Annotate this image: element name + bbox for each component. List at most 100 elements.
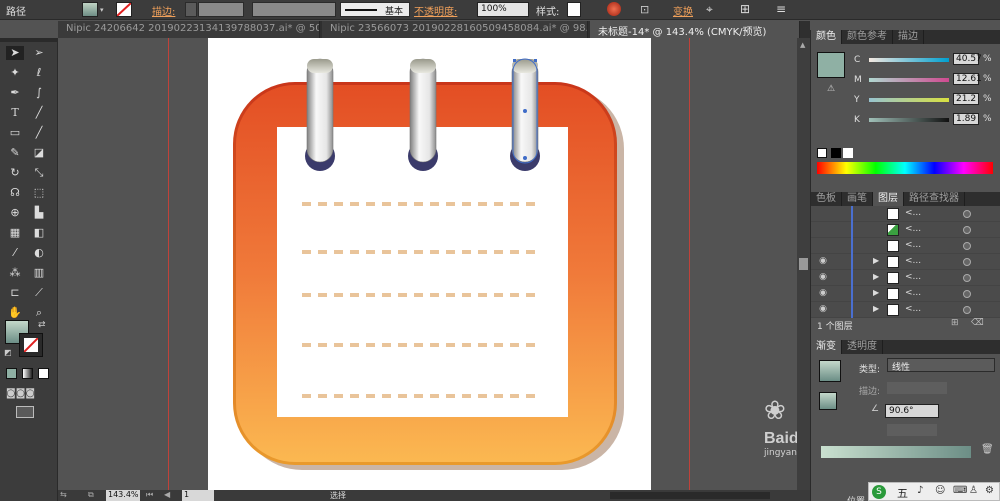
- eye-icon[interactable]: ◉: [815, 304, 831, 316]
- eyedropper-tool-icon[interactable]: ⁄: [6, 246, 24, 260]
- zoom-field[interactable]: 143.4%: [106, 490, 140, 501]
- layer-row[interactable]: ◉ ▶ <...: [811, 302, 1000, 318]
- target-icon[interactable]: [963, 274, 971, 282]
- gradient-slider[interactable]: [821, 446, 971, 458]
- eraser-tool-icon[interactable]: ◪: [30, 146, 48, 160]
- rotate-tool-icon[interactable]: ↻: [6, 166, 24, 180]
- tab-brushes[interactable]: 画笔: [842, 192, 873, 206]
- tab-color-guide[interactable]: 颜色参考: [842, 30, 893, 44]
- type-tool-icon[interactable]: T: [6, 106, 24, 120]
- isolate-icon[interactable]: ⌖: [706, 2, 713, 17]
- scale-tool-icon[interactable]: ⤡: [30, 166, 48, 180]
- target-icon[interactable]: [963, 210, 971, 218]
- group-icon[interactable]: ⊞: [740, 2, 750, 16]
- tab-swatches[interactable]: 色板: [811, 192, 842, 206]
- magic-wand-tool-icon[interactable]: ✦: [6, 66, 24, 80]
- zoom-tool-icon[interactable]: ⌕: [30, 306, 48, 320]
- hand-tool-icon[interactable]: ✋: [6, 306, 24, 320]
- warp-tool-icon[interactable]: ☊: [6, 186, 24, 200]
- eye-icon[interactable]: [815, 208, 831, 220]
- gradient-type-select[interactable]: 线性: [887, 358, 995, 373]
- none-mode-button[interactable]: [38, 368, 49, 379]
- layer-row[interactable]: <...: [811, 206, 1000, 222]
- tab-document-active[interactable]: 未标题-14* @ 143.4% (CMYK/预览): [590, 21, 800, 38]
- rectangle-tool-icon[interactable]: ▭: [6, 126, 24, 140]
- delete-stop-icon[interactable]: 🗑: [981, 444, 994, 455]
- stroke-weight-field[interactable]: [198, 2, 244, 17]
- user-icon[interactable]: ♙: [969, 485, 978, 496]
- color-spectrum[interactable]: [817, 162, 993, 174]
- layer-row[interactable]: ◉ ▶ <...: [811, 286, 1000, 302]
- prev-page-icon[interactable]: ◀: [164, 490, 170, 499]
- shape-builder-tool-icon[interactable]: ⊕: [6, 206, 24, 220]
- gradient-mode-button[interactable]: [22, 368, 33, 379]
- angle-field[interactable]: 90.6°: [885, 404, 939, 418]
- notepad-icon-artwork[interactable]: [58, 38, 810, 490]
- stroke-swatch[interactable]: [116, 2, 132, 17]
- layer-row[interactable]: ◉ ▶ <...: [811, 270, 1000, 286]
- trash-icon[interactable]: ⌫: [971, 318, 984, 328]
- slider-y[interactable]: Y 21.2 %: [811, 92, 1000, 112]
- target-icon[interactable]: [963, 242, 971, 250]
- slider-c[interactable]: C 40.57 %: [811, 52, 1000, 72]
- nav-icon[interactable]: ⇆: [60, 490, 67, 499]
- free-transform-tool-icon[interactable]: ⬚: [30, 186, 48, 200]
- opacity-label[interactable]: 不透明度:: [414, 3, 457, 18]
- line-tool-icon[interactable]: ╱: [30, 106, 48, 120]
- eye-icon[interactable]: [815, 224, 831, 236]
- stroke-color-box[interactable]: [19, 333, 43, 357]
- scroll-up-icon[interactable]: ▲: [800, 41, 805, 49]
- layer-row[interactable]: <...: [811, 222, 1000, 238]
- eye-icon[interactable]: ◉: [815, 256, 831, 268]
- live-paint-tool-icon[interactable]: ▙: [30, 206, 48, 220]
- target-icon[interactable]: [963, 226, 971, 234]
- white-color-icon[interactable]: [843, 148, 853, 158]
- tab-color[interactable]: 颜色: [811, 30, 842, 44]
- color-mode-button[interactable]: [6, 368, 17, 379]
- blend-tool-icon[interactable]: ◐: [30, 246, 48, 260]
- ime-mode-label[interactable]: 五: [897, 485, 908, 501]
- settings-icon[interactable]: ⚙: [985, 485, 994, 496]
- doc-icon[interactable]: ⧉: [88, 490, 94, 500]
- slider-m[interactable]: M 12.61 %: [811, 72, 1000, 92]
- stroke-label[interactable]: 描边:: [152, 3, 175, 18]
- mesh-tool-icon[interactable]: ▦: [6, 226, 24, 240]
- target-icon[interactable]: [963, 258, 971, 266]
- first-page-icon[interactable]: ⏮: [146, 490, 153, 500]
- panel-menu-icon[interactable]: ≡: [776, 2, 786, 16]
- opacity-field[interactable]: 100%: [477, 2, 529, 17]
- tab-document-2[interactable]: Nipic 23566073 20190228160509458084.ai* …: [322, 21, 588, 38]
- screen-mode-icon[interactable]: [16, 406, 34, 418]
- fill-swatch[interactable]: [82, 2, 98, 17]
- variable-width-select[interactable]: [252, 2, 336, 17]
- paintbrush-tool-icon[interactable]: ╱: [30, 126, 48, 140]
- layer-row[interactable]: <...: [811, 238, 1000, 254]
- gradient-preview[interactable]: [819, 360, 841, 382]
- tab-stroke[interactable]: 描边: [893, 30, 924, 44]
- aspect-field[interactable]: [887, 424, 937, 436]
- black-color-icon[interactable]: [831, 148, 841, 158]
- scroll-thumb[interactable]: [799, 258, 808, 270]
- pen-tool-icon[interactable]: ✒: [6, 86, 24, 100]
- curvature-tool-icon[interactable]: ∫: [30, 86, 48, 100]
- horizontal-scrollbar[interactable]: [610, 492, 770, 499]
- stroke-gradient-buttons[interactable]: [887, 382, 947, 394]
- document-canvas[interactable]: ❀ Baidu 经验 jingyan.baidu.com: [58, 38, 810, 490]
- lasso-tool-icon[interactable]: ℓ: [30, 66, 48, 80]
- sogou-icon[interactable]: S: [872, 485, 886, 499]
- tab-pathfinder[interactable]: 路径查找器: [904, 192, 965, 206]
- gradient-tool-icon[interactable]: ◧: [30, 226, 48, 240]
- page-field[interactable]: 1: [182, 490, 214, 501]
- tab-transparency[interactable]: 透明度: [842, 340, 883, 354]
- target-icon[interactable]: [963, 306, 971, 314]
- keyboard-icon[interactable]: ⌨: [953, 485, 967, 496]
- tab-gradient[interactable]: 渐变: [811, 340, 842, 354]
- recolor-artwork-icon[interactable]: [607, 2, 621, 16]
- tab-document-1[interactable]: Nipic 24206642 20190223134139788037.ai* …: [58, 21, 320, 38]
- graph-tool-icon[interactable]: ▥: [30, 266, 48, 280]
- none-color-icon[interactable]: [817, 148, 827, 158]
- stroke-weight-stepper[interactable]: [185, 2, 197, 17]
- target-icon[interactable]: [963, 290, 971, 298]
- punctuation-icon[interactable]: ♪: [917, 485, 923, 496]
- pencil-tool-icon[interactable]: ✎: [6, 146, 24, 160]
